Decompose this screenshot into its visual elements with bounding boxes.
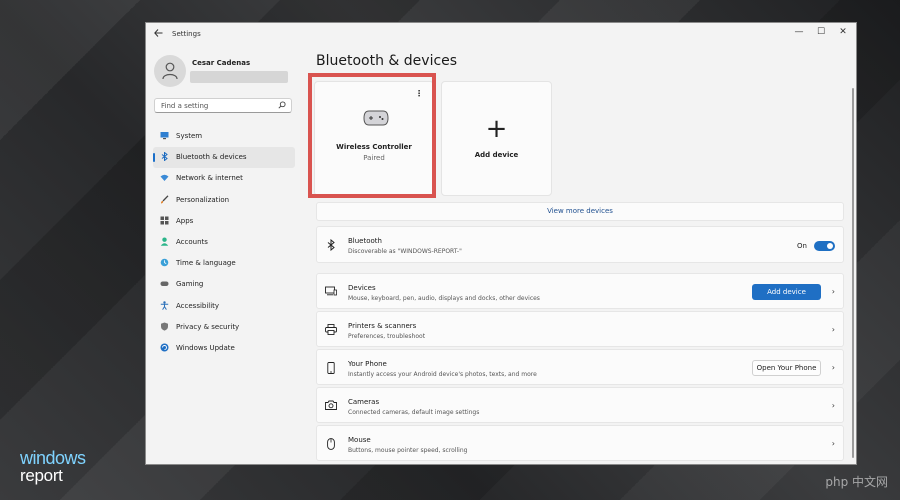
update-icon (160, 343, 169, 352)
sidebar-item-bluetooth[interactable]: Bluetooth & devices (153, 147, 295, 169)
add-device-label: Add device (474, 151, 519, 159)
brush-icon (160, 194, 169, 204)
sidebar-item-system[interactable]: System (153, 126, 295, 147)
devices-row[interactable]: Devices Mouse, keyboard, pen, audio, dis… (316, 273, 844, 309)
globe-clock-icon (160, 258, 169, 267)
devices-icon (325, 286, 337, 298)
add-device-button[interactable]: Add device (752, 284, 821, 300)
search-input[interactable]: Find a setting (154, 98, 292, 113)
window-title: Settings (172, 30, 201, 38)
add-device-tile[interactable]: + Add device (441, 81, 552, 196)
sidebar-item-accessibility[interactable]: Accessibility (153, 296, 295, 317)
monitor-icon (160, 131, 169, 140)
maximize-button[interactable]: ☐ (814, 27, 828, 37)
bluetooth-state-label: On (797, 242, 807, 250)
sidebar-nav: System Bluetooth & devices Network & int… (153, 126, 295, 359)
wifi-icon (160, 173, 169, 182)
sidebar-item-gaming[interactable]: Gaming (153, 274, 295, 295)
accessibility-icon (160, 300, 169, 310)
your-phone-row[interactable]: Your Phone Instantly access your Android… (316, 349, 844, 385)
printers-row[interactable]: Printers & scanners Preferences, trouble… (316, 311, 844, 347)
avatar (154, 55, 186, 87)
mouse-icon (325, 438, 337, 450)
scrollbar[interactable] (852, 88, 854, 458)
chevron-right-icon: › (831, 325, 835, 334)
active-indicator (153, 153, 155, 163)
user-email-redacted (190, 71, 288, 83)
sidebar-item-windows-update[interactable]: Windows Update (153, 338, 295, 359)
watermark: php 中文网 (825, 475, 888, 489)
person-avatar-icon (162, 62, 178, 80)
sidebar-item-privacy[interactable]: Privacy & security (153, 317, 295, 338)
view-more-devices-link[interactable]: View more devices (316, 202, 844, 221)
page-title: Bluetooth & devices (316, 53, 458, 69)
sidebar-item-network[interactable]: Network & internet (153, 168, 295, 189)
bluetooth-toggle[interactable] (814, 241, 835, 251)
toggle-knob (827, 243, 833, 249)
chevron-right-icon: › (831, 287, 835, 296)
more-options-icon[interactable]: ⋮ (415, 89, 423, 98)
printer-icon (325, 324, 337, 336)
search-placeholder: Find a setting (161, 102, 209, 110)
plus-icon: + (485, 114, 508, 144)
bluetooth-icon (160, 151, 169, 162)
phone-icon (325, 362, 337, 374)
camera-icon (325, 400, 337, 412)
person-icon (160, 237, 169, 246)
back-arrow-icon[interactable] (154, 29, 163, 40)
device-tile-wireless-controller[interactable]: ⋮ Wireless Controller Paired (314, 81, 434, 196)
chevron-right-icon: › (831, 363, 835, 372)
shield-icon (160, 322, 169, 331)
sidebar-item-apps[interactable]: Apps (153, 211, 295, 232)
sidebar-item-personalization[interactable]: Personalization (153, 190, 295, 211)
mouse-row[interactable]: Mouse Buttons, mouse pointer speed, scro… (316, 425, 844, 461)
title-bar: Settings — ☐ ✕ (146, 23, 856, 45)
close-button[interactable]: ✕ (836, 27, 850, 37)
user-name: Cesar Cadenas (192, 59, 251, 67)
bluetooth-icon (325, 238, 337, 252)
gamepad-icon (160, 279, 169, 288)
chevron-right-icon: › (831, 439, 835, 448)
device-name: Wireless Controller (336, 143, 412, 151)
gamepad-icon (363, 110, 389, 126)
search-icon[interactable] (278, 101, 286, 111)
chevron-right-icon: › (831, 401, 835, 410)
settings-window: Settings — ☐ ✕ Cesar Cadenas Find a sett… (145, 22, 857, 465)
open-your-phone-button[interactable]: Open Your Phone (752, 360, 821, 376)
device-status: Paired (363, 154, 385, 162)
apps-icon (160, 216, 169, 225)
minimize-button[interactable]: — (792, 27, 806, 37)
windows-report-logo: windows report (20, 448, 86, 485)
sidebar-item-accounts[interactable]: Accounts (153, 232, 295, 253)
sidebar-item-time-language[interactable]: Time & language (153, 253, 295, 274)
cameras-row[interactable]: Cameras Connected cameras, default image… (316, 387, 844, 423)
bluetooth-row: Bluetooth Discoverable as "WINDOWS-REPOR… (316, 226, 844, 263)
